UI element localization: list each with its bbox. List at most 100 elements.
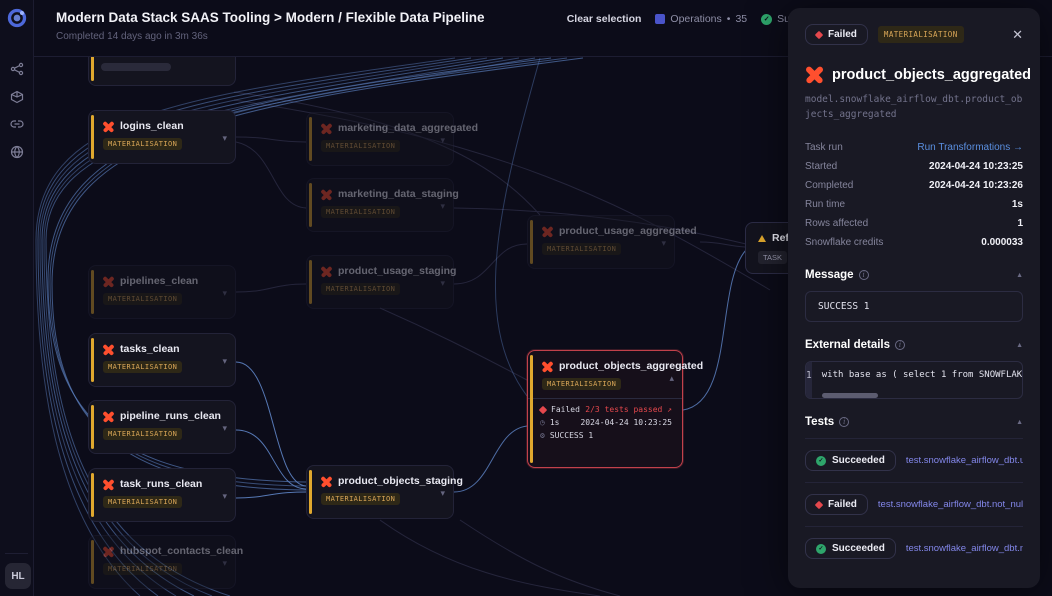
detail-row-completed: Completed 2024-04-24 10:23:26: [805, 176, 1023, 195]
node-pipeline-runs-clean[interactable]: pipeline_runs_clean MATERIALISATION ▾: [88, 400, 236, 454]
dot-separator: •: [727, 13, 731, 25]
horizontal-scrollbar[interactable]: [822, 393, 878, 398]
chevron-down-icon[interactable]: ▾: [440, 135, 445, 146]
test-link[interactable]: test.snowflake_airflow_dbt.not_null_pr: [906, 543, 1023, 554]
node-product-objects-aggregated-selected[interactable]: product_objects_aggregated MATERIALISATI…: [527, 350, 683, 468]
node-status-row: Failed 2/3 tests passed ↗: [528, 403, 682, 416]
failed-status-pill: Failed: [805, 24, 868, 45]
breadcrumb: Modern Data Stack SAAS Tooling > Modern …: [56, 10, 484, 25]
collapse-icon[interactable]: ▲: [1016, 272, 1023, 279]
clock-icon: ◷: [540, 418, 545, 427]
materialisation-badge: MATERIALISATION: [542, 243, 621, 255]
settings-globe-icon[interactable]: [10, 145, 24, 159]
operations-count: 35: [735, 13, 747, 25]
user-avatar[interactable]: HL: [5, 563, 31, 589]
details-panel: Failed MATERIALISATION ✕ product_objects…: [788, 8, 1040, 588]
node-product-usage-aggregated[interactable]: product_usage_aggregated MATERIALISATION…: [527, 215, 675, 269]
info-icon: i: [839, 417, 849, 427]
gear-icon: ⚙: [540, 431, 545, 440]
test-link[interactable]: test.snowflake_airflow_dbt.unique_pro: [906, 455, 1023, 466]
operations-filter[interactable]: Operations • 35: [655, 13, 747, 25]
sidebar-divider: [5, 553, 28, 554]
succeeded-pill: ✓ Succeeded: [805, 538, 896, 559]
info-icon: i: [859, 270, 869, 280]
dbt-icon: [321, 123, 332, 134]
tests-section-header: Tests i ▲: [805, 416, 1023, 428]
task-type-badge: TASK: [758, 251, 787, 264]
chevron-down-icon[interactable]: ▾: [222, 491, 227, 502]
warehouse-icon: [758, 235, 766, 242]
node-product-usage-staging[interactable]: product_usage_staging MATERIALISATION ▾: [306, 255, 454, 309]
close-icon[interactable]: ✕: [1012, 27, 1023, 43]
assets-cube-icon[interactable]: [10, 90, 24, 104]
chevron-down-icon[interactable]: ▾: [222, 356, 227, 367]
collapse-icon[interactable]: ▲: [1016, 342, 1023, 349]
chevron-down-icon[interactable]: ▾: [222, 133, 227, 144]
info-icon: i: [895, 340, 905, 350]
node-timestamp: 2024-04-24 10:23:25: [580, 418, 672, 427]
integrations-link-icon[interactable]: [10, 117, 24, 131]
node-hubspot-contacts-clean[interactable]: hubspot_contacts_clean MATERIALISATION ▾: [88, 535, 236, 589]
tests-summary-link[interactable]: 2/3 tests passed ↗: [585, 405, 672, 414]
run-transformations-link[interactable]: Run Transformations →: [917, 142, 1023, 153]
node-task-runs-clean[interactable]: task_runs_clean MATERIALISATION ▾: [88, 468, 236, 522]
detail-rows: Task run Run Transformations → Started 2…: [805, 138, 1023, 252]
materialisation-badge: MATERIALISATION: [103, 361, 182, 373]
app-logo-icon[interactable]: [7, 8, 27, 28]
header-toolbar: Clear selection Operations • 35 ✓ Su: [567, 13, 790, 25]
success-check-icon: ✓: [816, 456, 826, 466]
test-link[interactable]: test.snowflake_airflow_dbt.not_null_pr: [878, 499, 1023, 510]
chevron-down-icon[interactable]: ▾: [661, 238, 666, 249]
message-box: SUCCESS 1: [805, 291, 1023, 322]
chevron-up-icon[interactable]: ▴: [669, 373, 674, 384]
collapse-icon[interactable]: ▲: [1016, 419, 1023, 426]
dbt-icon: [321, 266, 332, 277]
dbt-icon: [103, 546, 114, 557]
node-marketing-data-staging[interactable]: marketing_data_staging MATERIALISATION ▾: [306, 178, 454, 232]
failed-diamond-icon: [815, 501, 823, 509]
panel-title-row: product_objects_aggregated: [805, 66, 1023, 84]
lineage-graph-icon[interactable]: [10, 62, 24, 76]
materialisation-badge: MATERIALISATION: [321, 493, 400, 505]
materialisation-badge: MATERIALISATION: [103, 428, 182, 440]
node-divider: [528, 398, 682, 399]
success-check-icon: ✓: [761, 14, 772, 25]
external-details-section-header: External details i ▲: [805, 339, 1023, 351]
node-logins-clean[interactable]: logins_clean MATERIALISATION ▾: [88, 110, 236, 164]
chevron-down-icon[interactable]: ▾: [222, 423, 227, 434]
dbt-icon: [542, 361, 553, 372]
materialisation-badge: MATERIALISATION: [321, 206, 400, 218]
clear-selection-button[interactable]: Clear selection: [567, 13, 642, 25]
materialisation-badge: MATERIALISATION: [321, 283, 400, 295]
code-line: with base as ( select 1 from SNOWFLAKE: [812, 362, 1023, 386]
success-filter[interactable]: ✓ Su: [761, 13, 790, 25]
detail-row-rows-affected: Rows affected 1: [805, 214, 1023, 233]
node-skeleton-bar: [101, 63, 171, 71]
chevron-down-icon[interactable]: ▾: [440, 201, 445, 212]
chevron-down-icon[interactable]: ▾: [440, 278, 445, 289]
node-marketing-data-aggregated[interactable]: marketing_data_aggregated MATERIALISATIO…: [306, 112, 454, 166]
chevron-down-icon[interactable]: ▾: [222, 288, 227, 299]
operations-grid-icon: [655, 14, 665, 24]
panel-badge-row: Failed MATERIALISATION ✕: [805, 24, 1023, 45]
node-time-row: ◷ 1s 2024-04-24 10:23:25: [528, 416, 682, 429]
panel-title: product_objects_aggregated: [832, 67, 1031, 83]
test-row: ✓ Succeeded test.snowflake_airflow_dbt.u…: [805, 439, 1023, 483]
failed-diamond-icon: [815, 30, 823, 38]
dbt-icon: [542, 226, 553, 237]
model-path: model.snowflake_airflow_dbt.product_obje…: [805, 93, 1023, 122]
node-product-objects-staging[interactable]: product_objects_staging MATERIALISATION …: [306, 465, 454, 519]
dbt-icon: [103, 411, 114, 422]
success-check-icon: ✓: [816, 544, 826, 554]
message-section-header: Message i ▲: [805, 269, 1023, 281]
chevron-down-icon[interactable]: ▾: [222, 558, 227, 569]
run-status-subtitle: Completed 14 days ago in 3m 36s: [56, 31, 208, 42]
node-message-row: ⚙ SUCCESS 1: [528, 429, 682, 442]
node-tasks-clean[interactable]: tasks_clean MATERIALISATION ▾: [88, 333, 236, 387]
materialisation-badge: MATERIALISATION: [103, 293, 182, 305]
node-pipelines-clean[interactable]: pipelines_clean MATERIALISATION ▾: [88, 265, 236, 319]
sql-code-block[interactable]: 1 with base as ( select 1 from SNOWFLAKE: [805, 361, 1023, 399]
chevron-down-icon[interactable]: ▾: [440, 488, 445, 499]
materialisation-badge: MATERIALISATION: [321, 140, 400, 152]
test-row: ✓ Succeeded test.snowflake_airflow_dbt.n…: [805, 527, 1023, 570]
